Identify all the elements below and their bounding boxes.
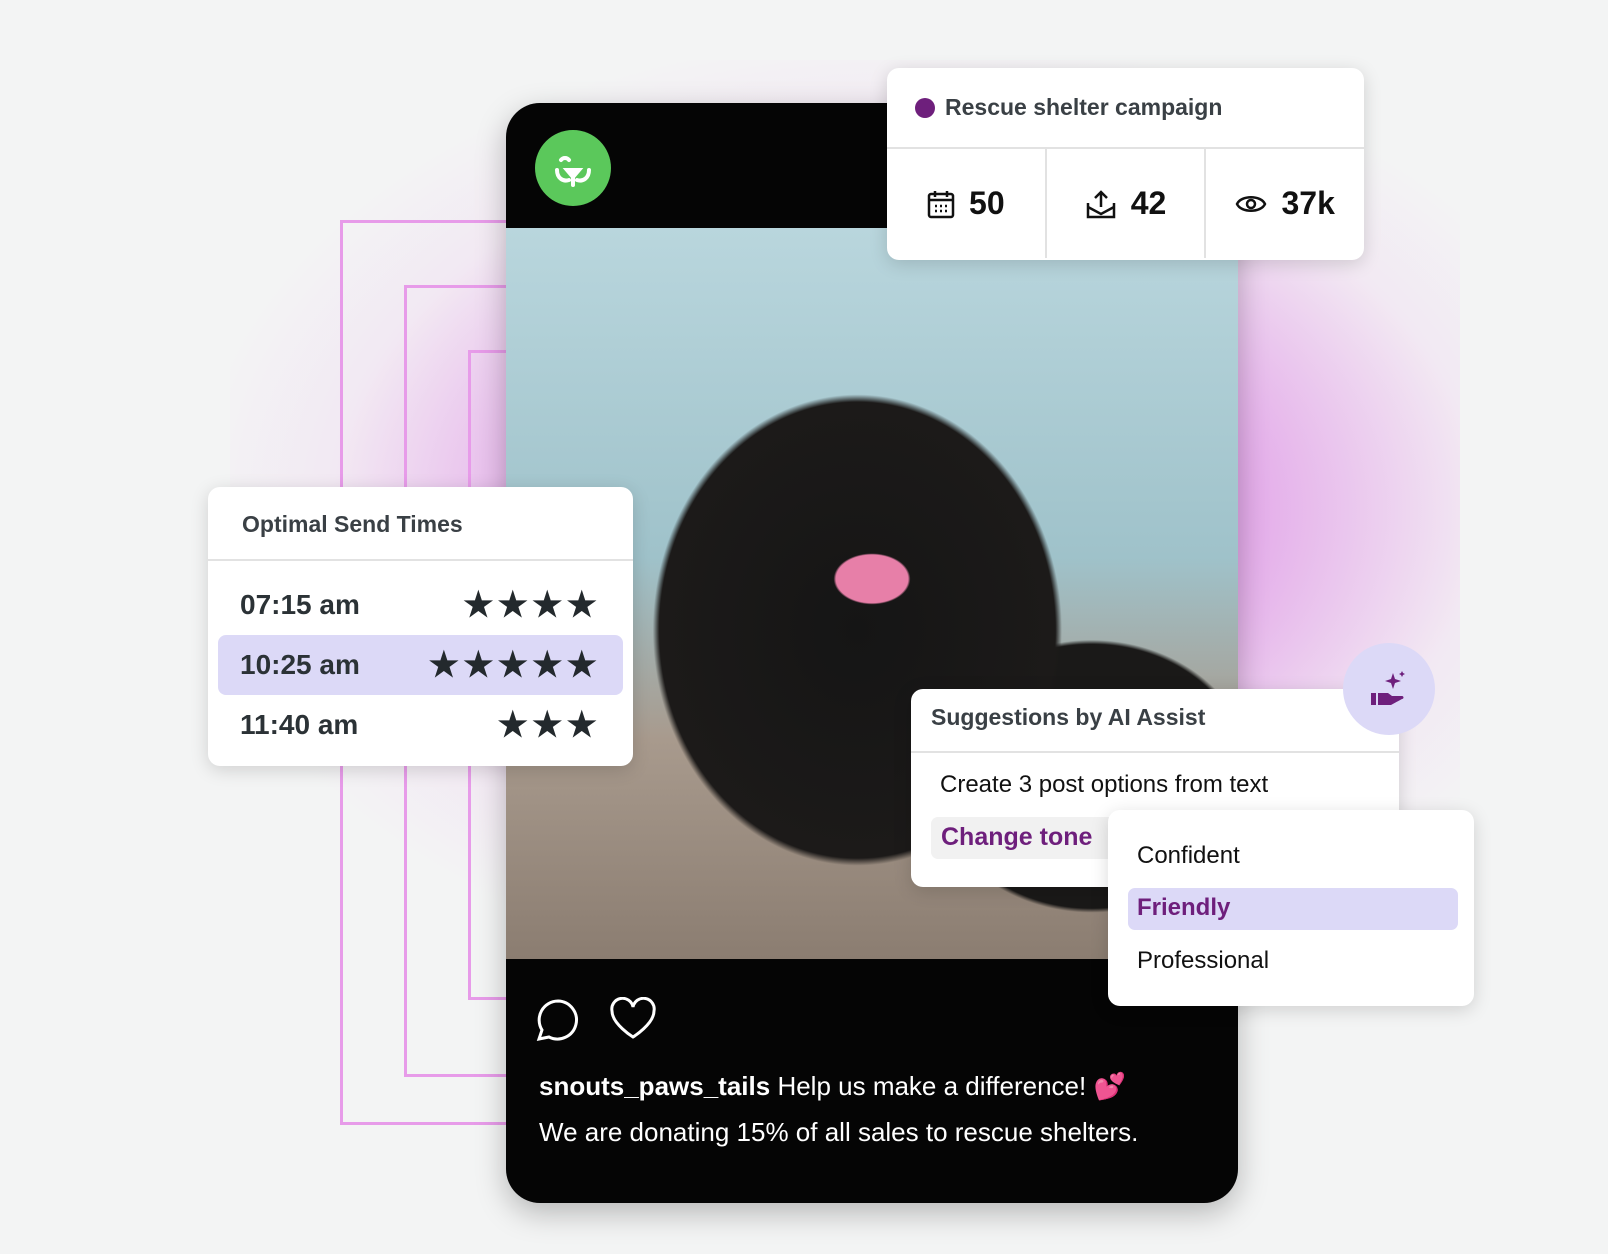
stat-scheduled: 50 bbox=[887, 149, 1047, 258]
optimal-send-times-card: Optimal Send Times 07:15 am ★★★★ 10:25 am… bbox=[208, 487, 633, 766]
send-time-row[interactable]: 11:40 am ★★★ bbox=[218, 695, 623, 755]
stat-views: 37k bbox=[1206, 149, 1364, 258]
ai-assist-button[interactable] bbox=[1343, 643, 1435, 735]
heart-icon[interactable] bbox=[609, 997, 657, 1041]
calendar-icon bbox=[927, 190, 955, 218]
card-title: Suggestions by AI Assist bbox=[911, 689, 1399, 753]
star-rating: ★★★★ bbox=[463, 586, 601, 624]
tone-option-professional[interactable]: Professional bbox=[1137, 947, 1269, 975]
campaign-card: Rescue shelter campaign 50 42 37k bbox=[887, 68, 1364, 260]
tone-dropdown: Confident Friendly Professional bbox=[1108, 810, 1474, 1006]
post-caption-line1: snouts_paws_tails Help us make a differe… bbox=[539, 1071, 1126, 1101]
dog-face-icon bbox=[555, 156, 591, 187]
comment-icon[interactable] bbox=[535, 997, 581, 1043]
tone-option-confident[interactable]: Confident bbox=[1137, 842, 1240, 870]
campaign-title: Rescue shelter campaign bbox=[945, 94, 1223, 120]
brand-logo bbox=[535, 130, 611, 206]
post-caption-line2: We are donating 15% of all sales to resc… bbox=[539, 1117, 1139, 1147]
create-post-options-item[interactable]: Create 3 post options from text bbox=[940, 771, 1268, 799]
campaign-color-dot bbox=[915, 97, 935, 118]
eye-icon bbox=[1236, 195, 1267, 212]
send-time-row[interactable]: 07:15 am ★★★★ bbox=[218, 575, 623, 635]
stat-shared: 42 bbox=[1047, 149, 1207, 258]
send-time-row-selected[interactable]: 10:25 am ★★★★★ bbox=[218, 635, 623, 695]
share-icon bbox=[1086, 189, 1115, 218]
ai-sparkle-hand-icon bbox=[1371, 671, 1405, 705]
post-username[interactable]: snouts_paws_tails bbox=[539, 1071, 770, 1101]
star-rating: ★★★ bbox=[497, 706, 601, 744]
card-title: Optimal Send Times bbox=[208, 487, 633, 561]
star-rating: ★★★★★ bbox=[428, 646, 601, 684]
tone-option-friendly[interactable]: Friendly bbox=[1128, 888, 1458, 930]
